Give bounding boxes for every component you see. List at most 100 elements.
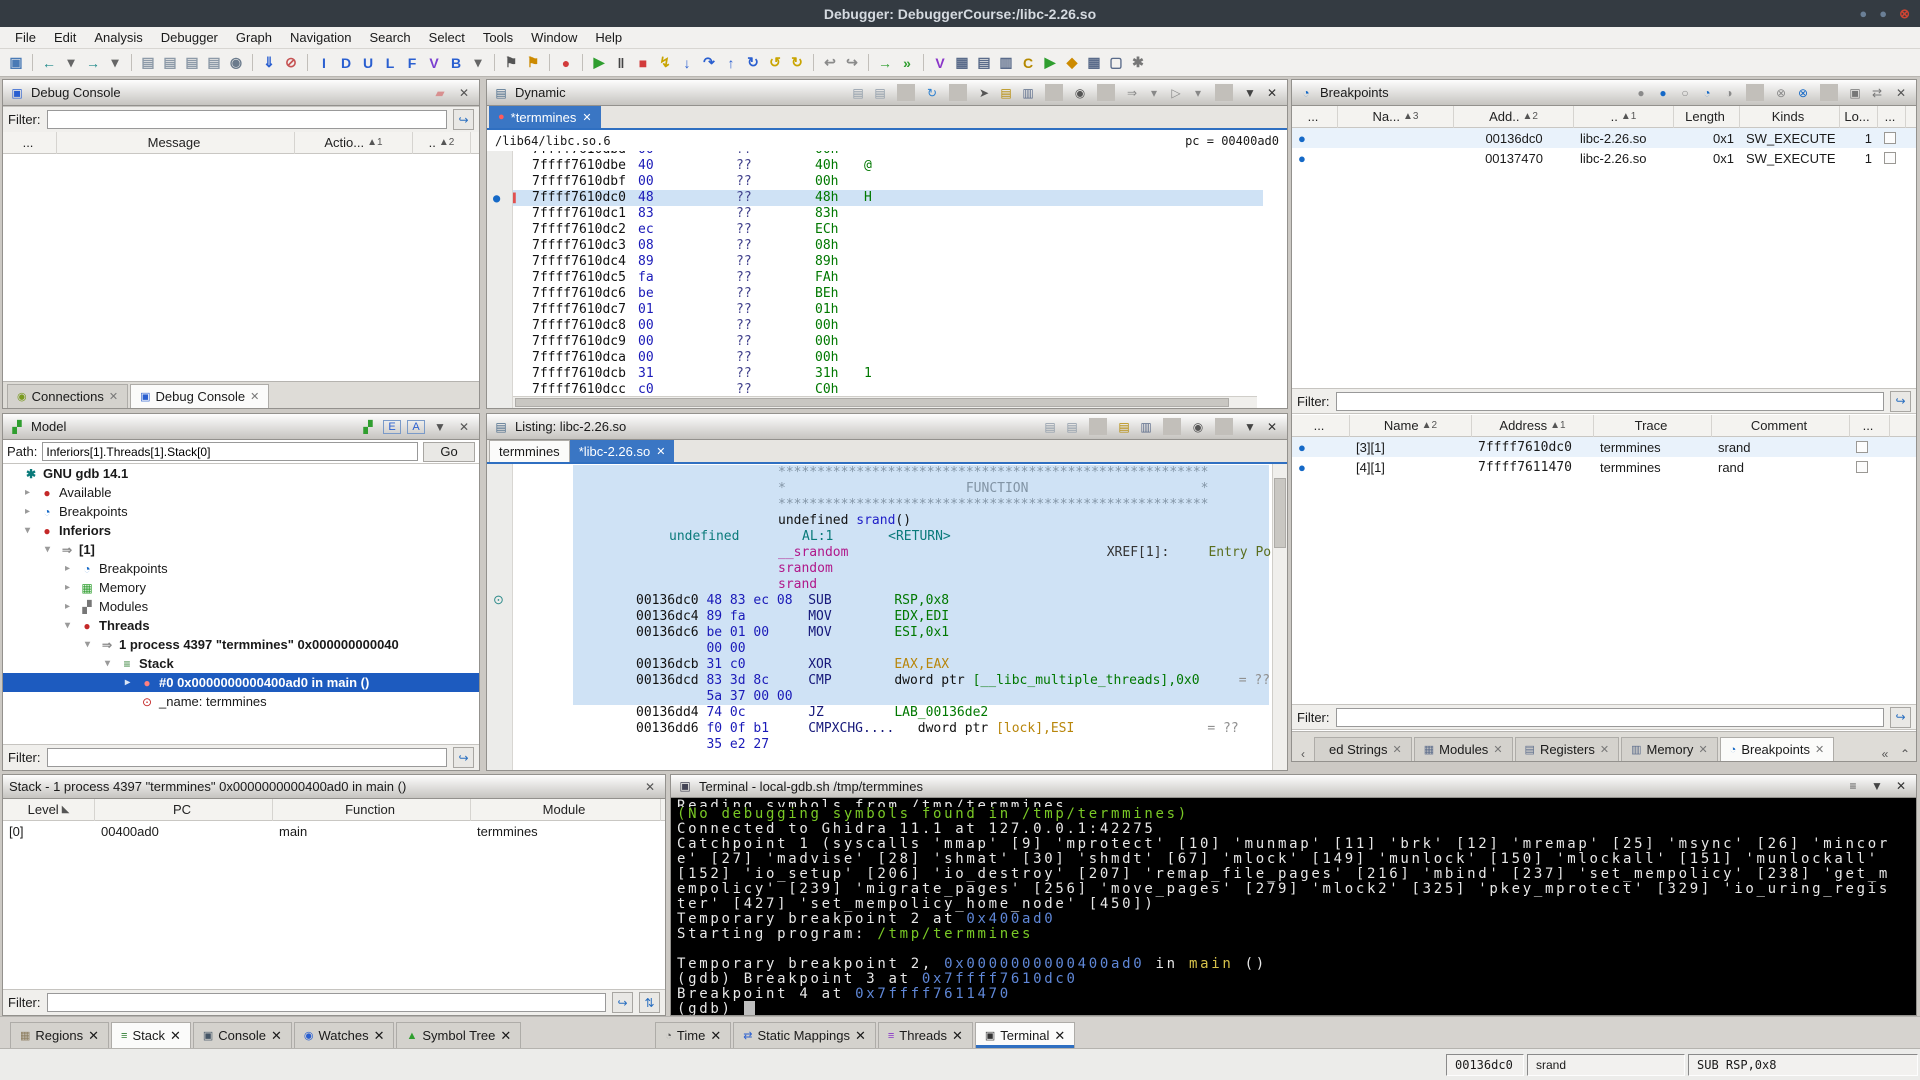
vertical-scrollbar[interactable]	[1272, 464, 1287, 770]
breakpoint-dot-icon[interactable]	[493, 304, 505, 316]
tab-close-icon[interactable]: ✕	[88, 1028, 99, 1044]
menu-item[interactable]: Window	[522, 28, 586, 47]
separator[interactable]	[32, 54, 33, 71]
tab-close-icon[interactable]: ✕	[1815, 743, 1824, 756]
table-icon[interactable]: ▦	[952, 53, 972, 73]
breakpoint-location-row[interactable]: ● [4][1] 7ffff7611470 termmines rand	[1292, 457, 1916, 477]
minimize-icon[interactable]: ●	[1859, 6, 1867, 21]
filter-config-icon[interactable]: ↪	[453, 747, 474, 768]
panel-menu-icon[interactable]: ▼	[1241, 420, 1259, 434]
dynamic-hex-view[interactable]: 7ffff7610dbd00??00h7ffff7610dbe40??40h@7…	[487, 151, 1287, 408]
panel-tab[interactable]: ▦ Modules ✕	[1413, 737, 1513, 761]
nav-back-icon[interactable]: ←	[39, 53, 59, 73]
nav-back-dropdown-icon[interactable]: ▾	[61, 53, 81, 73]
paste-icon[interactable]: ▤	[871, 86, 889, 100]
go-button[interactable]: Go	[423, 441, 475, 462]
column-header[interactable]: Message	[57, 131, 295, 154]
separator[interactable]	[549, 54, 550, 71]
panel-tab[interactable]: ◉ Connections ✕	[7, 384, 129, 408]
byte-format-icon[interactable]: B	[446, 53, 466, 73]
listing-line[interactable]: ****************************************…	[573, 465, 1269, 481]
column-header[interactable]: PC	[95, 798, 273, 821]
function-format-icon[interactable]: F	[402, 53, 422, 73]
expand-arrow-icon[interactable]: ▸	[65, 601, 75, 612]
separator[interactable]	[131, 54, 132, 71]
column-header[interactable]: Name ▲2	[1350, 414, 1472, 437]
location-icon[interactable]: ⚑	[523, 53, 543, 73]
snapshot-icon[interactable]: ◉	[226, 53, 246, 73]
tree-item[interactable]: ▾ ≡ Stack	[3, 654, 479, 673]
tab-close-icon[interactable]: ✕	[170, 1028, 181, 1044]
separator[interactable]	[1215, 418, 1233, 435]
menu-item[interactable]: Analysis	[85, 28, 151, 47]
skip-icon[interactable]: ↻	[787, 53, 807, 73]
tab-close-icon[interactable]: ✕	[1600, 743, 1609, 756]
menu-item[interactable]: Graph	[227, 28, 281, 47]
record-icon[interactable]: ●	[556, 53, 576, 73]
nav-forward-icon[interactable]: →	[83, 53, 103, 73]
clear-icon[interactable]: ⊘	[281, 53, 301, 73]
separator[interactable]	[923, 54, 924, 71]
tree-item[interactable]: ▸ ● #0 0x0000000000400ad0 in main ()	[3, 673, 479, 692]
column-header[interactable]: ...	[1850, 414, 1890, 437]
separator[interactable]	[1163, 418, 1181, 435]
memory-icon[interactable]: ▥	[996, 53, 1016, 73]
step-out-icon[interactable]: ↑	[721, 53, 741, 73]
listing-line[interactable]: undefined srand()	[573, 513, 1269, 529]
filter-input[interactable]	[1335, 707, 1884, 727]
filter-input[interactable]	[1335, 391, 1884, 411]
rewind-icon[interactable]: ↺	[765, 53, 785, 73]
window-tab[interactable]: ◉ Watches ✕	[293, 1022, 395, 1048]
tab-close-icon[interactable]: ✕	[855, 1028, 866, 1044]
paste-special-icon[interactable]: ▤	[182, 53, 202, 73]
go-to-icon[interactable]: ⇓	[259, 53, 279, 73]
save-icon[interactable]: ▣	[6, 53, 26, 73]
panel-menu-icon[interactable]: ▼	[1868, 779, 1886, 793]
tab-close-icon[interactable]: ✕	[952, 1028, 963, 1044]
breakpoint-dot-icon[interactable]	[493, 288, 505, 300]
hex-row[interactable]: 7ffff7610dc3 08?? 08h	[513, 238, 1263, 254]
panel-tab[interactable]: ▣ Debug Console ✕	[130, 384, 270, 408]
window-tab[interactable]: ▣ Console ✕	[192, 1022, 292, 1048]
listing-line[interactable]: srandom	[573, 561, 1269, 577]
scrollbar-thumb[interactable]	[1274, 478, 1286, 548]
breakpoint-dot-icon[interactable]: ●	[493, 192, 505, 204]
expand-arrow-icon[interactable]: ▾	[25, 525, 35, 536]
breakpoint-enabled-icon[interactable]: ●	[1298, 440, 1306, 455]
terminal-header[interactable]: ▣ Terminal - local-gdb.sh /tmp/termmines…	[671, 775, 1916, 798]
breakpoint-dot-icon[interactable]	[493, 224, 505, 236]
separator[interactable]	[813, 54, 814, 71]
kill-icon[interactable]: ↯	[655, 53, 675, 73]
window-tab[interactable]: ▦ Regions ✕	[10, 1022, 110, 1048]
breakpoint-checkbox[interactable]	[1884, 152, 1896, 164]
tree-item[interactable]: ▸ ◔ Breakpoints	[3, 502, 479, 521]
tree-item[interactable]: ▸ ▞ Modules	[3, 597, 479, 616]
separator[interactable]	[1746, 84, 1764, 101]
show-elements-icon[interactable]: E	[383, 419, 401, 434]
data-format-icon[interactable]: D	[336, 53, 356, 73]
tab-close-icon[interactable]: ✕	[109, 390, 118, 403]
column-header[interactable]: Function	[273, 798, 471, 821]
auto-read-cursor-icon[interactable]: ➤	[975, 86, 993, 100]
debug-console-header[interactable]: ▣ Debug Console ▰ ✕	[3, 80, 479, 106]
breakpoint-dot-icon[interactable]	[493, 352, 505, 364]
trace-tab-termmines[interactable]: ● *termmines ✕	[489, 106, 601, 128]
hex-row[interactable]: 7ffff7610dc8 00?? 00h	[513, 318, 1263, 334]
listing-margin[interactable]	[487, 464, 513, 770]
hex-row[interactable]: 7ffff7610dbd00??00h	[513, 151, 1263, 158]
column-header[interactable]: Level ◣	[3, 798, 95, 821]
purple-v-icon[interactable]: V	[930, 53, 950, 73]
tree-item[interactable]: ▸ ◔ Breakpoints	[3, 559, 479, 578]
location-checkbox[interactable]	[1856, 461, 1868, 473]
tree-item[interactable]: ▾ ⇒ [1]	[3, 540, 479, 559]
expand-arrow-icon[interactable]: ▾	[65, 620, 75, 631]
tab-scroll-left-icon[interactable]: ‹	[1294, 747, 1312, 761]
tab-close-icon[interactable]: ✕	[374, 1028, 385, 1044]
tab-close-icon[interactable]: ✕	[710, 1028, 721, 1044]
listing-view[interactable]: ⊙ **************************************…	[487, 464, 1287, 770]
panel-tab[interactable]: ◔ Breakpoints ✕	[1719, 737, 1835, 761]
breakpoint-dot-icon[interactable]	[493, 320, 505, 332]
tree-item[interactable]: ▾ ● Threads	[3, 616, 479, 635]
program-tab-termmines[interactable]: termmines	[489, 440, 570, 462]
expand-arrow-icon[interactable]: ▸	[25, 487, 35, 498]
